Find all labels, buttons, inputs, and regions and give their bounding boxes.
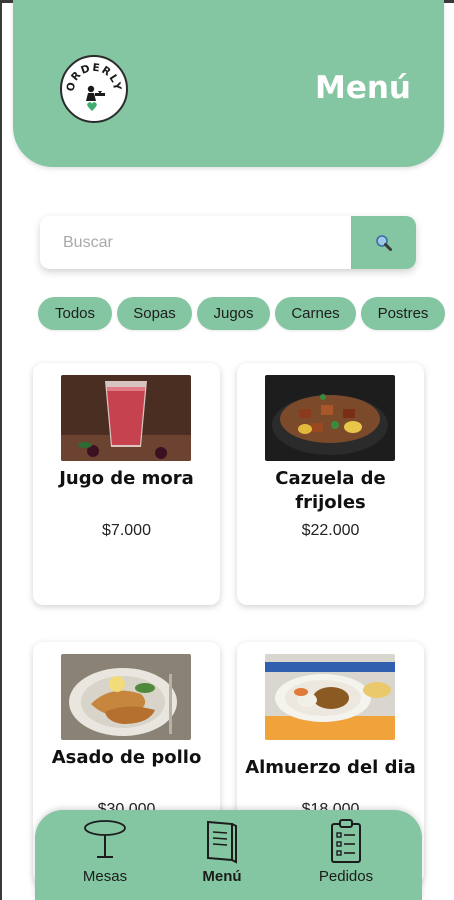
filter-chip-jugos[interactable]: Jugos	[197, 297, 270, 330]
nav-label-mesas: Mesas	[82, 868, 128, 885]
bottom-navigation: Mesas Menú Pedidos	[35, 810, 422, 900]
filter-chip-postres[interactable]: Postres	[361, 297, 445, 330]
product-name: Jugo de mora	[59, 468, 194, 489]
product-card[interactable]: Jugo de mora $7.000	[33, 363, 220, 605]
filter-chip-carnes[interactable]: Carnes	[275, 297, 356, 330]
filter-chip-sopas[interactable]: Sopas	[117, 297, 192, 330]
search-button[interactable]	[351, 216, 416, 269]
window-left-border	[0, 0, 2, 900]
search-icon	[375, 234, 392, 251]
product-name: Almuerzo del dia	[245, 757, 416, 778]
nav-label-pedidos: Pedidos	[318, 868, 374, 885]
clipboard-list-icon	[296, 818, 396, 864]
product-price: $7.000	[102, 522, 151, 539]
page-title: Menú	[314, 70, 411, 106]
search-bar	[40, 216, 416, 269]
product-name: Asado de pollo	[51, 747, 202, 768]
table-icon	[55, 818, 155, 864]
orderly-logo: ORDERLY	[60, 55, 128, 123]
product-image-asado-de-pollo	[61, 654, 191, 740]
menu-book-icon	[172, 818, 272, 864]
orderly-logo-mark: ORDERLY	[65, 62, 122, 111]
nav-item-pedidos[interactable]: Pedidos	[296, 810, 396, 900]
product-card[interactable]: Cazuela de frijoles $22.000	[237, 363, 424, 605]
filter-chip-todos[interactable]: Todos	[38, 297, 112, 330]
nav-item-menu[interactable]: Menú	[172, 810, 272, 900]
product-price: $22.000	[301, 522, 360, 539]
search-input[interactable]	[40, 216, 351, 269]
nav-label-menu: Menú	[202, 868, 242, 885]
product-image-cazuela-de-frijoles	[265, 375, 395, 461]
product-image-almuerzo-del-dia	[265, 654, 395, 740]
app-header: ORDERLY Menú	[13, 0, 444, 167]
product-name: Cazuela de frijoles	[275, 468, 386, 513]
product-image-jugo-de-mora	[61, 375, 191, 461]
nav-item-mesas[interactable]: Mesas	[55, 810, 155, 900]
